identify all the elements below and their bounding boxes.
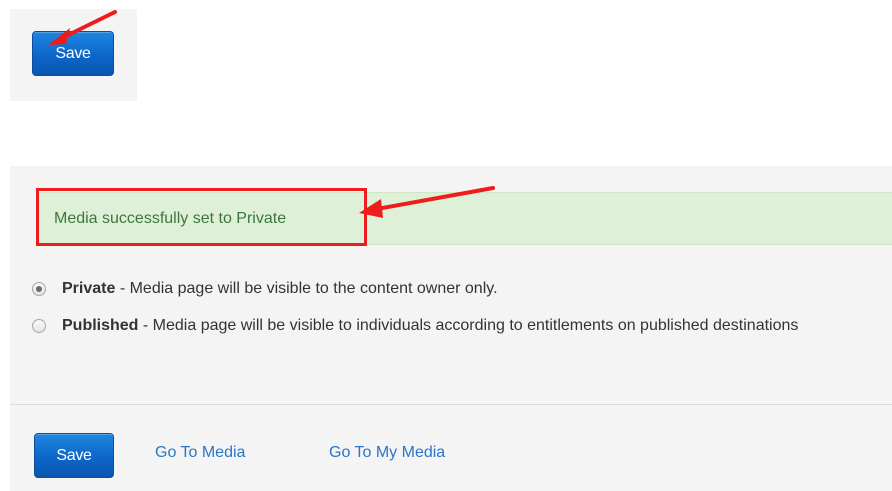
go-to-my-media-link[interactable]: Go To My Media <box>329 444 445 462</box>
option-description-published: - Media page will be visible to individu… <box>138 317 799 334</box>
divider <box>10 404 892 405</box>
media-visibility-panel: Media successfully set to Private Privat… <box>10 166 892 491</box>
radio-label-published: Published - Media page will be visible t… <box>62 314 892 338</box>
option-description-private: - Media page will be visible to the cont… <box>115 280 498 297</box>
radio-button-published[interactable] <box>32 319 46 333</box>
go-to-media-link[interactable]: Go To Media <box>155 444 245 462</box>
annotation-highlight-box <box>36 188 367 246</box>
radio-button-private[interactable] <box>32 282 46 296</box>
option-name-published: Published <box>62 317 139 334</box>
top-toolbar-panel: Save <box>10 9 137 101</box>
option-name-private: Private <box>62 280 116 297</box>
save-button-bottom[interactable]: Save <box>34 433 114 478</box>
radio-label-private: Private - Media page will be visible to … <box>62 277 892 301</box>
save-button-top[interactable]: Save <box>32 31 114 76</box>
